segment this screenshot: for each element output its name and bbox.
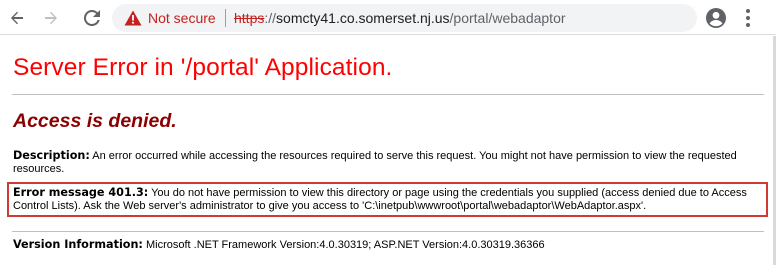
url-text[interactable]: https://somcty41.co.somerset.nj.us/porta… — [234, 10, 566, 26]
warning-icon[interactable] — [124, 10, 142, 26]
error-subtitle: Access is denied. — [13, 110, 177, 132]
page-title: Server Error in '/portal' Application. — [13, 54, 393, 81]
version-label: Version Information: — [13, 238, 143, 251]
account-icon[interactable] — [705, 7, 727, 29]
version-text: Microsoft .NET Framework Version:4.0.303… — [142, 239, 545, 251]
forward-button[interactable] — [39, 6, 63, 30]
address-divider — [225, 9, 226, 27]
title-divider — [12, 94, 764, 95]
error-message: Error message 401.3: You do not have per… — [13, 186, 763, 212]
description-text: An error occurred while accessing the re… — [13, 150, 737, 175]
version-divider — [12, 231, 764, 232]
browser-toolbar: Not secure https://somcty41.co.somerset.… — [0, 0, 776, 35]
url-path: /portal/webadaptor — [449, 10, 566, 26]
reload-icon — [84, 10, 100, 26]
security-status-label[interactable]: Not secure — [148, 10, 216, 26]
error-description: Description: An error occurred while acc… — [13, 149, 763, 175]
arrow-right-icon — [45, 11, 57, 25]
description-label: Description: — [13, 149, 90, 162]
address-bar[interactable]: Not secure https://somcty41.co.somerset.… — [112, 4, 697, 32]
more-vertical-icon[interactable] — [744, 8, 752, 28]
arrow-left-icon — [11, 11, 23, 25]
page-content: Server Error in '/portal' Application. A… — [0, 36, 776, 265]
back-button[interactable] — [5, 6, 29, 30]
url-host: somcty41.co.somerset.nj.us — [276, 10, 450, 26]
url-scheme-separator: :// — [264, 10, 277, 26]
url-scheme: https — [234, 10, 265, 26]
reload-button[interactable] — [80, 6, 104, 30]
error-message-label: Error message 401.3: — [13, 186, 149, 199]
version-information: Version Information: Microsoft .NET Fram… — [13, 238, 763, 252]
